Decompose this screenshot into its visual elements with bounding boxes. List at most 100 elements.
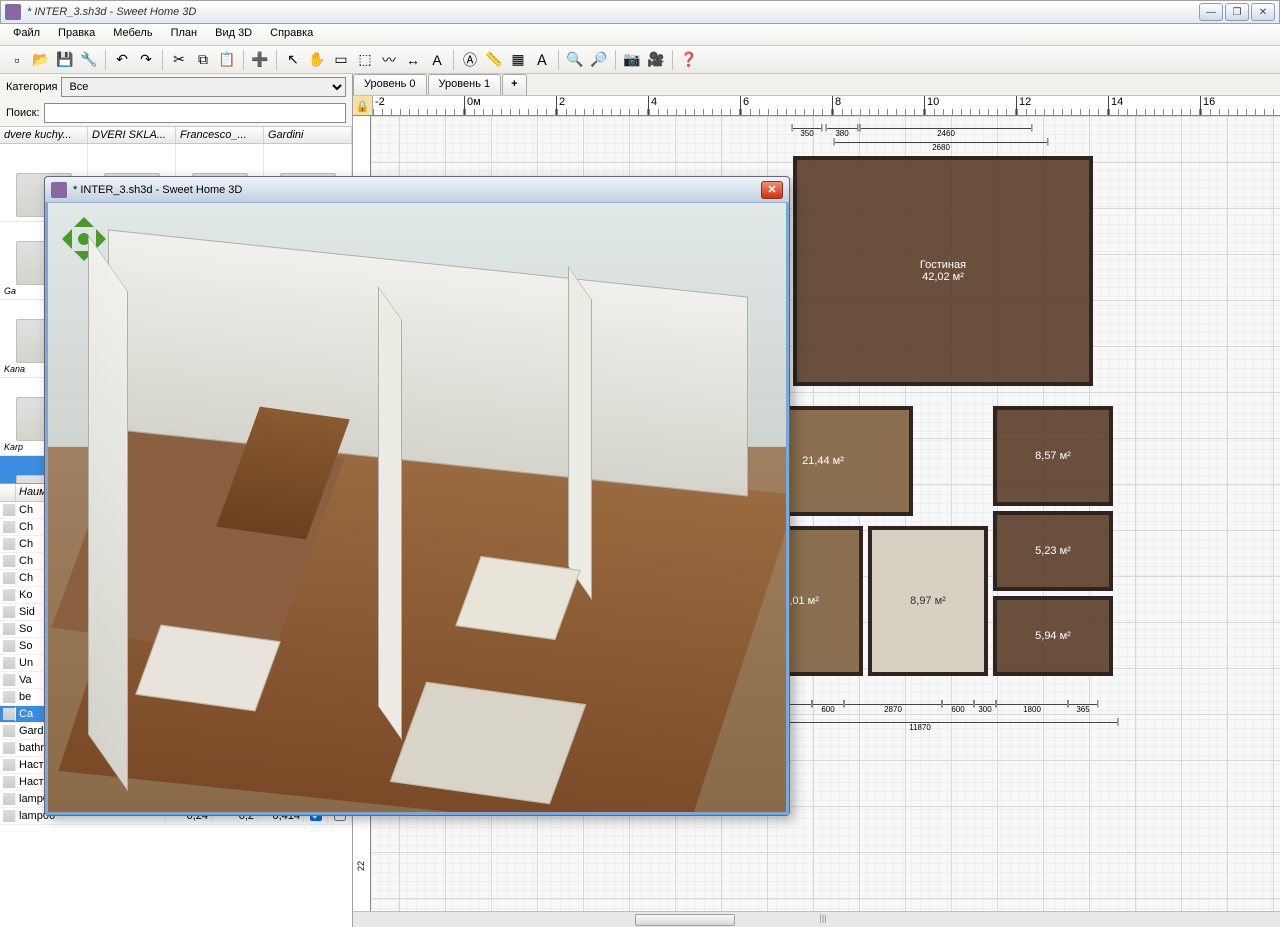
- category-label: Категория: [6, 81, 57, 93]
- dim-top-2: 2460: [861, 128, 1031, 140]
- row-icon: [0, 571, 16, 585]
- row-icon: [0, 622, 16, 636]
- row-icon: [0, 588, 16, 602]
- nav-left-icon[interactable]: [52, 229, 72, 249]
- save-icon[interactable]: 💾: [54, 49, 76, 71]
- zoom-in-icon[interactable]: 🔎: [588, 49, 610, 71]
- level-tab-0[interactable]: Уровень 0: [353, 74, 427, 95]
- ruler-tick-4: 6: [741, 96, 833, 115]
- new-file-icon[interactable]: ▫: [6, 49, 28, 71]
- toolbar-separator: [105, 50, 106, 70]
- row-icon: [0, 639, 16, 653]
- horizontal-ruler: 🔒 -20м246810121416: [353, 96, 1280, 116]
- paste-icon[interactable]: 📋: [216, 49, 238, 71]
- ruler-tick-7: 12: [1017, 96, 1109, 115]
- room-area: 5,94 м²: [1035, 630, 1071, 642]
- lock-icon[interactable]: 🔒: [353, 96, 373, 116]
- ruler-icon[interactable]: 📏: [483, 49, 505, 71]
- menu-файл[interactable]: Файл: [4, 24, 49, 45]
- view3d-title: * INTER_3.sh3d - Sweet Home 3D: [73, 184, 761, 196]
- view3d-titlebar[interactable]: * INTER_3.sh3d - Sweet Home 3D ✕: [45, 177, 789, 203]
- wall-icon[interactable]: ▭: [330, 49, 352, 71]
- row-icon: [0, 605, 16, 619]
- select-icon[interactable]: ↖: [282, 49, 304, 71]
- ruler-tick-3: 4: [649, 96, 741, 115]
- room-area: 5,23 м²: [1035, 545, 1071, 557]
- row-icon: [0, 690, 16, 704]
- ruler-tick-9: 16: [1201, 96, 1280, 115]
- search-input[interactable]: [44, 103, 346, 123]
- redo-icon[interactable]: ↷: [135, 49, 157, 71]
- row-icon: [0, 554, 16, 568]
- add-furniture-icon[interactable]: ➕: [249, 49, 271, 71]
- row-icon: [0, 792, 16, 806]
- pan-icon[interactable]: ✋: [306, 49, 328, 71]
- photo-icon[interactable]: 📷: [621, 49, 643, 71]
- catalog-header-2[interactable]: Francesco_...: [176, 127, 264, 143]
- app-icon: [5, 4, 21, 20]
- room-living[interactable]: Гостиная 42,02 м²: [793, 156, 1093, 386]
- row-icon: [0, 503, 16, 517]
- ruler-tick-1: 0м: [465, 96, 557, 115]
- scrollbar-thumb[interactable]: [635, 914, 735, 926]
- copy-icon[interactable]: ⧉: [192, 49, 214, 71]
- level-tabs: Уровень 0 Уровень 1 +: [353, 74, 1280, 96]
- view3d-close-button[interactable]: ✕: [761, 181, 783, 199]
- room-area: 8,97 м²: [910, 595, 946, 607]
- boxes-icon[interactable]: ▦: [507, 49, 529, 71]
- nav-up-icon[interactable]: [74, 207, 94, 227]
- row-icon: [0, 775, 16, 789]
- polyline-icon[interactable]: 〰: [378, 49, 400, 71]
- close-button[interactable]: ✕: [1251, 3, 1275, 21]
- undo-icon[interactable]: ↶: [111, 49, 133, 71]
- toolbar-separator: [243, 50, 244, 70]
- level-tab-1[interactable]: Уровень 1: [428, 74, 502, 95]
- row-icon: [0, 758, 16, 772]
- zoom-out-icon[interactable]: 🔍: [564, 49, 586, 71]
- help-icon[interactable]: ❓: [678, 49, 700, 71]
- add-level-button[interactable]: +: [502, 74, 526, 95]
- maximize-button[interactable]: ❐: [1225, 3, 1249, 21]
- menu-план[interactable]: План: [162, 24, 207, 45]
- ruler-tick-5: 8: [833, 96, 925, 115]
- open-icon[interactable]: 📂: [30, 49, 52, 71]
- room-icon[interactable]: ⬚: [354, 49, 376, 71]
- wall3d-mid2: [568, 266, 592, 600]
- dim-b-3: 600: [943, 704, 973, 716]
- horizontal-scrollbar[interactable]: |||: [353, 911, 1280, 927]
- room-5[interactable]: 5,23 м²: [993, 511, 1113, 591]
- dimension-icon[interactable]: ↔: [402, 49, 424, 71]
- view3d-window[interactable]: * INTER_3.sh3d - Sweet Home 3D ✕: [44, 176, 790, 816]
- video-icon[interactable]: 🎥: [645, 49, 667, 71]
- menu-справка[interactable]: Справка: [261, 24, 322, 45]
- ruler-tick-0: -2: [373, 96, 465, 115]
- catalog-headers: dvere kuchy...DVERI SKLA...Francesco_...…: [0, 126, 352, 144]
- minimize-button[interactable]: —: [1199, 3, 1223, 21]
- row-icon: [0, 809, 16, 823]
- window-title: * INTER_3.sh3d - Sweet Home 3D: [27, 6, 1197, 18]
- search-row: Поиск:: [0, 100, 352, 126]
- row-icon: [0, 537, 16, 551]
- numbers-icon[interactable]: Ⓐ: [459, 49, 481, 71]
- catalog-header-3[interactable]: Gardini: [264, 127, 352, 143]
- catalog-header-0[interactable]: dvere kuchy...: [0, 127, 88, 143]
- cut-icon[interactable]: ✂: [168, 49, 190, 71]
- room-4[interactable]: 8,97 м²: [868, 526, 988, 676]
- room-2[interactable]: 8,57 м²: [993, 406, 1113, 506]
- category-select[interactable]: Все: [61, 77, 346, 97]
- menu-вид 3d[interactable]: Вид 3D: [206, 24, 261, 45]
- room-6[interactable]: 5,94 м²: [993, 596, 1113, 676]
- text-icon[interactable]: A: [426, 49, 448, 71]
- toolbar-separator: [672, 50, 673, 70]
- view3d-canvas[interactable]: [45, 203, 789, 815]
- menu-мебель[interactable]: Мебель: [104, 24, 161, 45]
- text-style-icon[interactable]: Ａ: [531, 49, 553, 71]
- ruler-tick-6: 10: [925, 96, 1017, 115]
- room-name: Гостиная: [920, 259, 966, 271]
- catalog-header-1[interactable]: DVERI SKLA...: [88, 127, 176, 143]
- dim-b-5: 1800: [997, 704, 1067, 716]
- toolbar-separator: [276, 50, 277, 70]
- menu-правка[interactable]: Правка: [49, 24, 104, 45]
- preferences-icon[interactable]: 🔧: [78, 49, 100, 71]
- dim-b-6: 365: [1069, 704, 1097, 716]
